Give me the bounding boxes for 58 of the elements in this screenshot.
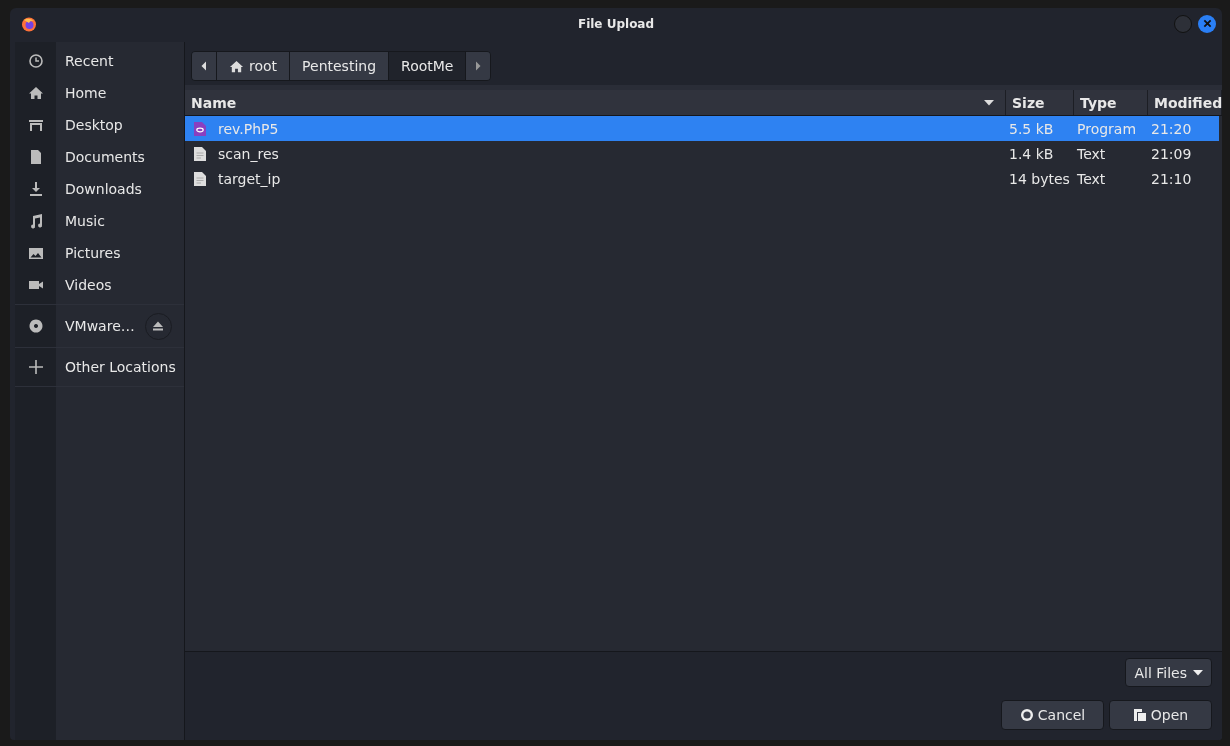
left-caret-icon <box>201 61 207 71</box>
downloads-icon <box>27 181 44 197</box>
browser-logo-icon <box>21 15 37 32</box>
column-header[interactable]: Size <box>1006 90 1074 115</box>
column-header[interactable]: Name <box>185 90 1006 115</box>
home-icon <box>229 58 244 74</box>
sidebar-item[interactable]: Recent <box>15 45 184 77</box>
sidebar-item[interactable]: Documents <box>15 141 184 173</box>
sidebar-item[interactable]: Videos <box>15 269 184 301</box>
sidebar-item[interactable]: Desktop <box>15 109 184 141</box>
open-file-icon <box>1132 708 1147 722</box>
script-file-icon <box>194 121 206 136</box>
right-caret-icon <box>475 61 482 71</box>
sidebar-item[interactable]: Pictures <box>15 237 184 269</box>
cancel-button[interactable]: Cancel <box>1001 700 1104 730</box>
column-header[interactable]: Modified <box>1148 90 1222 115</box>
file-size: 1.4 kB <box>1009 145 1054 162</box>
sidebar-item[interactable]: VMware… <box>15 308 184 344</box>
file-type-dropdown[interactable]: All Files <box>1125 658 1212 687</box>
file-name: target_ip <box>218 170 281 187</box>
caret-icon <box>1193 669 1203 676</box>
file-row[interactable]: target_ip 14 bytes Text 21:10 <box>185 166 1219 191</box>
file-name: rev.PhP5 <box>218 120 279 137</box>
file-modified-time: 21:10 <box>1151 170 1192 187</box>
file-row[interactable]: scan_res 1.4 kB Text 21:09 <box>185 141 1219 166</box>
text-file-icon <box>194 171 206 186</box>
file-type: Text <box>1077 145 1106 162</box>
path-forward-button[interactable] <box>466 52 491 80</box>
close-icon <box>1202 19 1212 28</box>
pictures-icon <box>27 245 44 261</box>
eject-icon <box>152 320 165 332</box>
eject-button[interactable] <box>144 312 172 340</box>
path-segment-button[interactable]: root <box>217 52 291 80</box>
text-file-icon <box>194 146 206 161</box>
file-type: Text <box>1077 170 1106 187</box>
file-size: 5.5 kB <box>1009 120 1054 137</box>
sidebar-item[interactable]: Downloads <box>15 173 184 205</box>
other-icon <box>27 359 44 375</box>
file-modified-time: 21:20 <box>1151 120 1192 137</box>
open-button[interactable]: Open <box>1109 700 1212 730</box>
column-header[interactable]: Type <box>1074 90 1148 115</box>
home-icon <box>27 85 44 101</box>
file-name: scan_res <box>218 145 279 162</box>
sidebar-item[interactable]: Home <box>15 77 184 109</box>
cancel-icon <box>1019 708 1034 722</box>
recent-icon <box>27 53 44 69</box>
window-title: File Upload <box>577 16 655 31</box>
file-type: Program <box>1077 120 1137 137</box>
drive-icon <box>27 318 44 334</box>
sort-caret-icon <box>984 99 994 106</box>
close-button[interactable] <box>1198 14 1216 33</box>
sidebar-item[interactable]: Other Locations <box>15 351 184 383</box>
desktop-icon <box>27 117 44 133</box>
path-segment-button[interactable]: Pentesting <box>290 52 390 80</box>
sidebar-item[interactable]: Music <box>15 205 184 237</box>
path-back-button[interactable] <box>192 52 217 80</box>
file-size: 14 bytes <box>1009 170 1070 187</box>
file-modified-time: 21:09 <box>1151 145 1192 162</box>
